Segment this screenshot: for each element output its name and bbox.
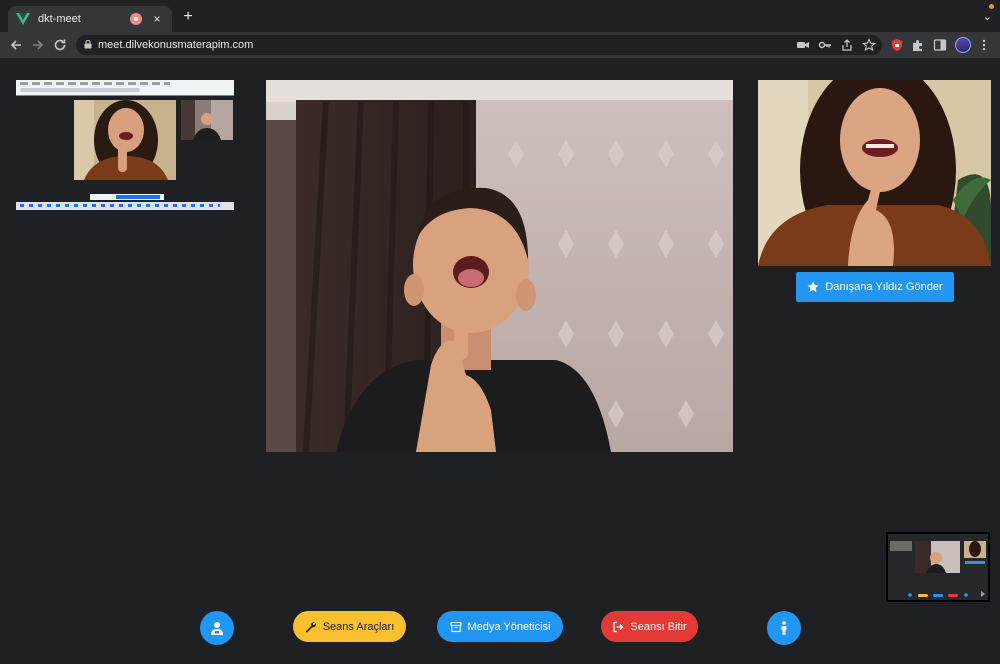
puzzle-extensions-icon[interactable] — [911, 38, 925, 52]
send-star-label: Danışana Yıldız Gönder — [825, 281, 943, 293]
share-icon[interactable] — [840, 38, 854, 52]
side-panel-icon[interactable] — [933, 38, 947, 52]
wrench-icon — [305, 621, 316, 632]
shared-screen-taskbar — [16, 202, 234, 210]
shared-screen-browser-bar — [16, 80, 234, 96]
tab-close-button[interactable]: × — [150, 12, 164, 26]
user-profile-icon — [211, 622, 223, 635]
sign-out-icon — [613, 621, 624, 632]
self-view-preview — [888, 534, 988, 600]
session-tools-button[interactable]: Seans Araçları — [293, 611, 406, 642]
star-icon — [807, 281, 819, 292]
self-view-pip[interactable] — [886, 532, 990, 602]
client-video-feed — [266, 80, 733, 452]
new-tab-button[interactable]: + — [180, 9, 196, 25]
forward-arrow-icon[interactable] — [30, 37, 46, 53]
archive-box-icon — [449, 621, 462, 632]
send-star-button[interactable]: Danışana Yıldız Gönder — [796, 272, 954, 302]
participant-profile-button[interactable] — [200, 611, 234, 645]
reload-icon[interactable] — [52, 37, 68, 53]
extension-shield-icon[interactable] — [890, 38, 904, 52]
browser-menu-icon[interactable] — [977, 38, 991, 52]
tab-search-button[interactable]: ⌄ — [983, 10, 992, 23]
lock-icon[interactable] — [84, 40, 92, 49]
session-tools-label: Seans Araçları — [322, 620, 395, 633]
update-indicator-icon — [989, 4, 994, 9]
accessibility-button[interactable] — [767, 611, 801, 645]
person-standing-icon — [781, 621, 787, 635]
bookmark-star-icon[interactable] — [862, 38, 876, 52]
shared-screen-client-thumbnail — [181, 100, 233, 140]
shared-screen-send-button — [90, 194, 164, 200]
address-bar[interactable]: meet.dilvekonusmaterapim.com — [76, 35, 882, 55]
camera-icon[interactable] — [796, 38, 810, 52]
media-manager-label: Medya Yöneticisi — [467, 620, 551, 633]
profile-avatar[interactable] — [955, 37, 971, 53]
browser-tab-strip: dkt-meet × + ⌄ — [0, 0, 1000, 32]
back-arrow-icon[interactable] — [8, 37, 24, 53]
recording-indicator-icon[interactable] — [130, 13, 142, 25]
browser-toolbar: meet.dilvekonusmaterapim.com — [0, 32, 1000, 58]
shared-screen-therapist-thumbnail — [74, 100, 176, 180]
media-manager-button[interactable]: Medya Yöneticisi — [437, 611, 563, 642]
end-session-label: Seansı Bitir — [630, 620, 687, 633]
tab-title: dkt-meet — [38, 13, 81, 25]
shared-screen-preview — [16, 80, 234, 210]
end-session-button[interactable]: Seansı Bitir — [601, 611, 698, 642]
vue-logo-icon — [16, 13, 30, 25]
browser-tab[interactable]: dkt-meet × — [8, 6, 172, 32]
url-text: meet.dilvekonusmaterapim.com — [98, 39, 254, 51]
key-icon[interactable] — [818, 38, 832, 52]
therapist-video-feed — [758, 80, 991, 266]
